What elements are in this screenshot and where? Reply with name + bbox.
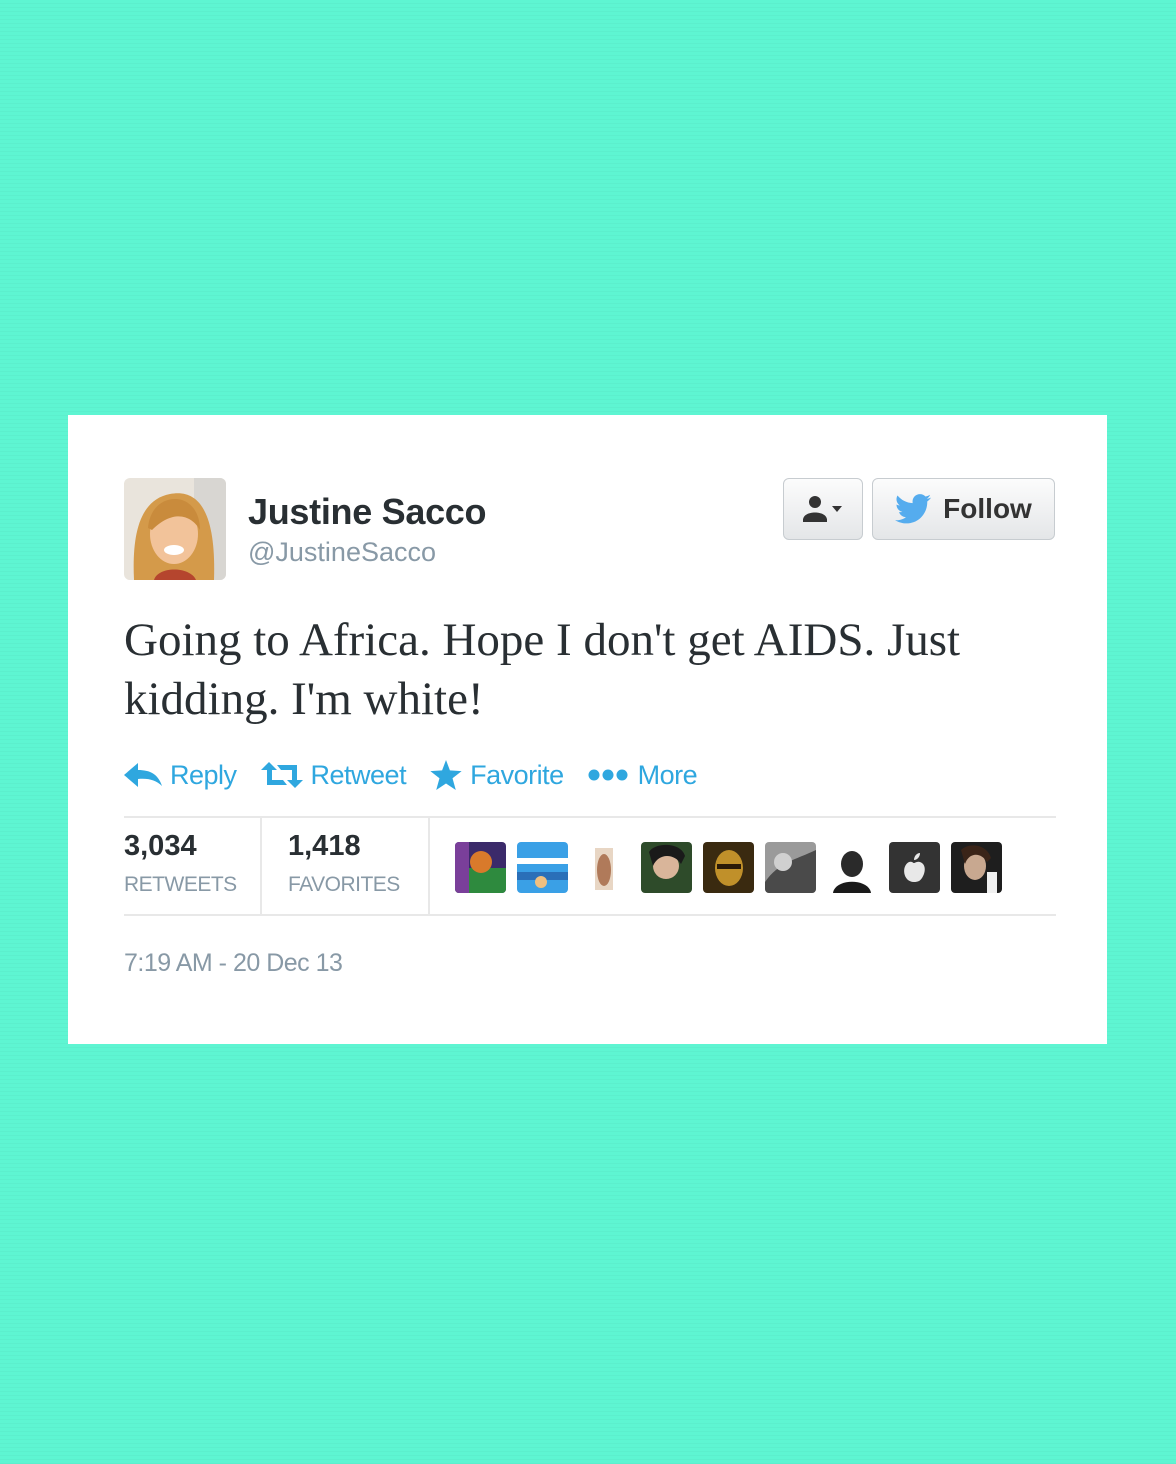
favoriter-avatar[interactable] [517,842,568,893]
tweet-card: Justine Sacco @JustineSacco Follow Going… [68,415,1107,1044]
favoriter-avatar[interactable] [765,842,816,893]
author-handle[interactable]: @JustineSacco [248,537,436,568]
more-label: More [637,759,698,790]
favoriter-avatar[interactable] [827,842,878,893]
favoriter-avatar[interactable] [641,842,692,893]
favorites-label: FAVORITES [288,873,400,896]
tweet-stats: 3,034 RETWEETS 1,418 FAVORITES [124,818,1056,916]
favorites-count: 1,418 [288,830,361,862]
retweets-stat[interactable]: 3,034 RETWEETS [124,830,237,897]
stats-separator [260,818,262,916]
tweet-text: Going to Africa. Hope I don't get AIDS. … [124,614,961,725]
follow-label: Follow [943,493,1032,524]
more-dots-icon [588,769,628,781]
favorites-stat[interactable]: 1,418 FAVORITES [288,830,400,897]
retweets-count: 3,034 [124,830,197,862]
more-button[interactable]: More [588,760,698,791]
favorite-label: Favorite [470,759,564,790]
favoriters-list [455,842,1013,893]
twitter-bird-icon [895,494,932,524]
retweet-icon [260,762,303,788]
follow-button[interactable]: Follow [872,478,1055,540]
favorite-button[interactable]: Favorite [430,760,564,791]
retweet-button[interactable]: Retweet [260,759,407,791]
user-dropdown-icon [803,496,842,522]
reply-icon [124,763,162,787]
avatar[interactable] [124,478,226,580]
favoriter-avatar[interactable] [579,842,630,893]
favoriter-avatar[interactable] [703,842,754,893]
stats-separator [428,818,430,916]
reply-label: Reply [170,759,237,790]
tweet-timestamp[interactable]: 7:19 AM - 20 Dec 13 [124,949,343,978]
favoriter-avatar[interactable] [951,842,1002,893]
favoriter-avatar[interactable] [455,842,506,893]
user-actions-button[interactable] [783,478,863,540]
retweet-label: Retweet [310,759,407,790]
favoriter-avatar[interactable] [889,842,940,893]
tweet-actions: Reply Retweet Favorite More [124,755,721,795]
retweets-label: RETWEETS [124,873,237,896]
divider-bottom [124,914,1056,916]
reply-button[interactable]: Reply [124,760,237,791]
author-name[interactable]: Justine Sacco [248,491,487,533]
star-icon [430,760,462,790]
